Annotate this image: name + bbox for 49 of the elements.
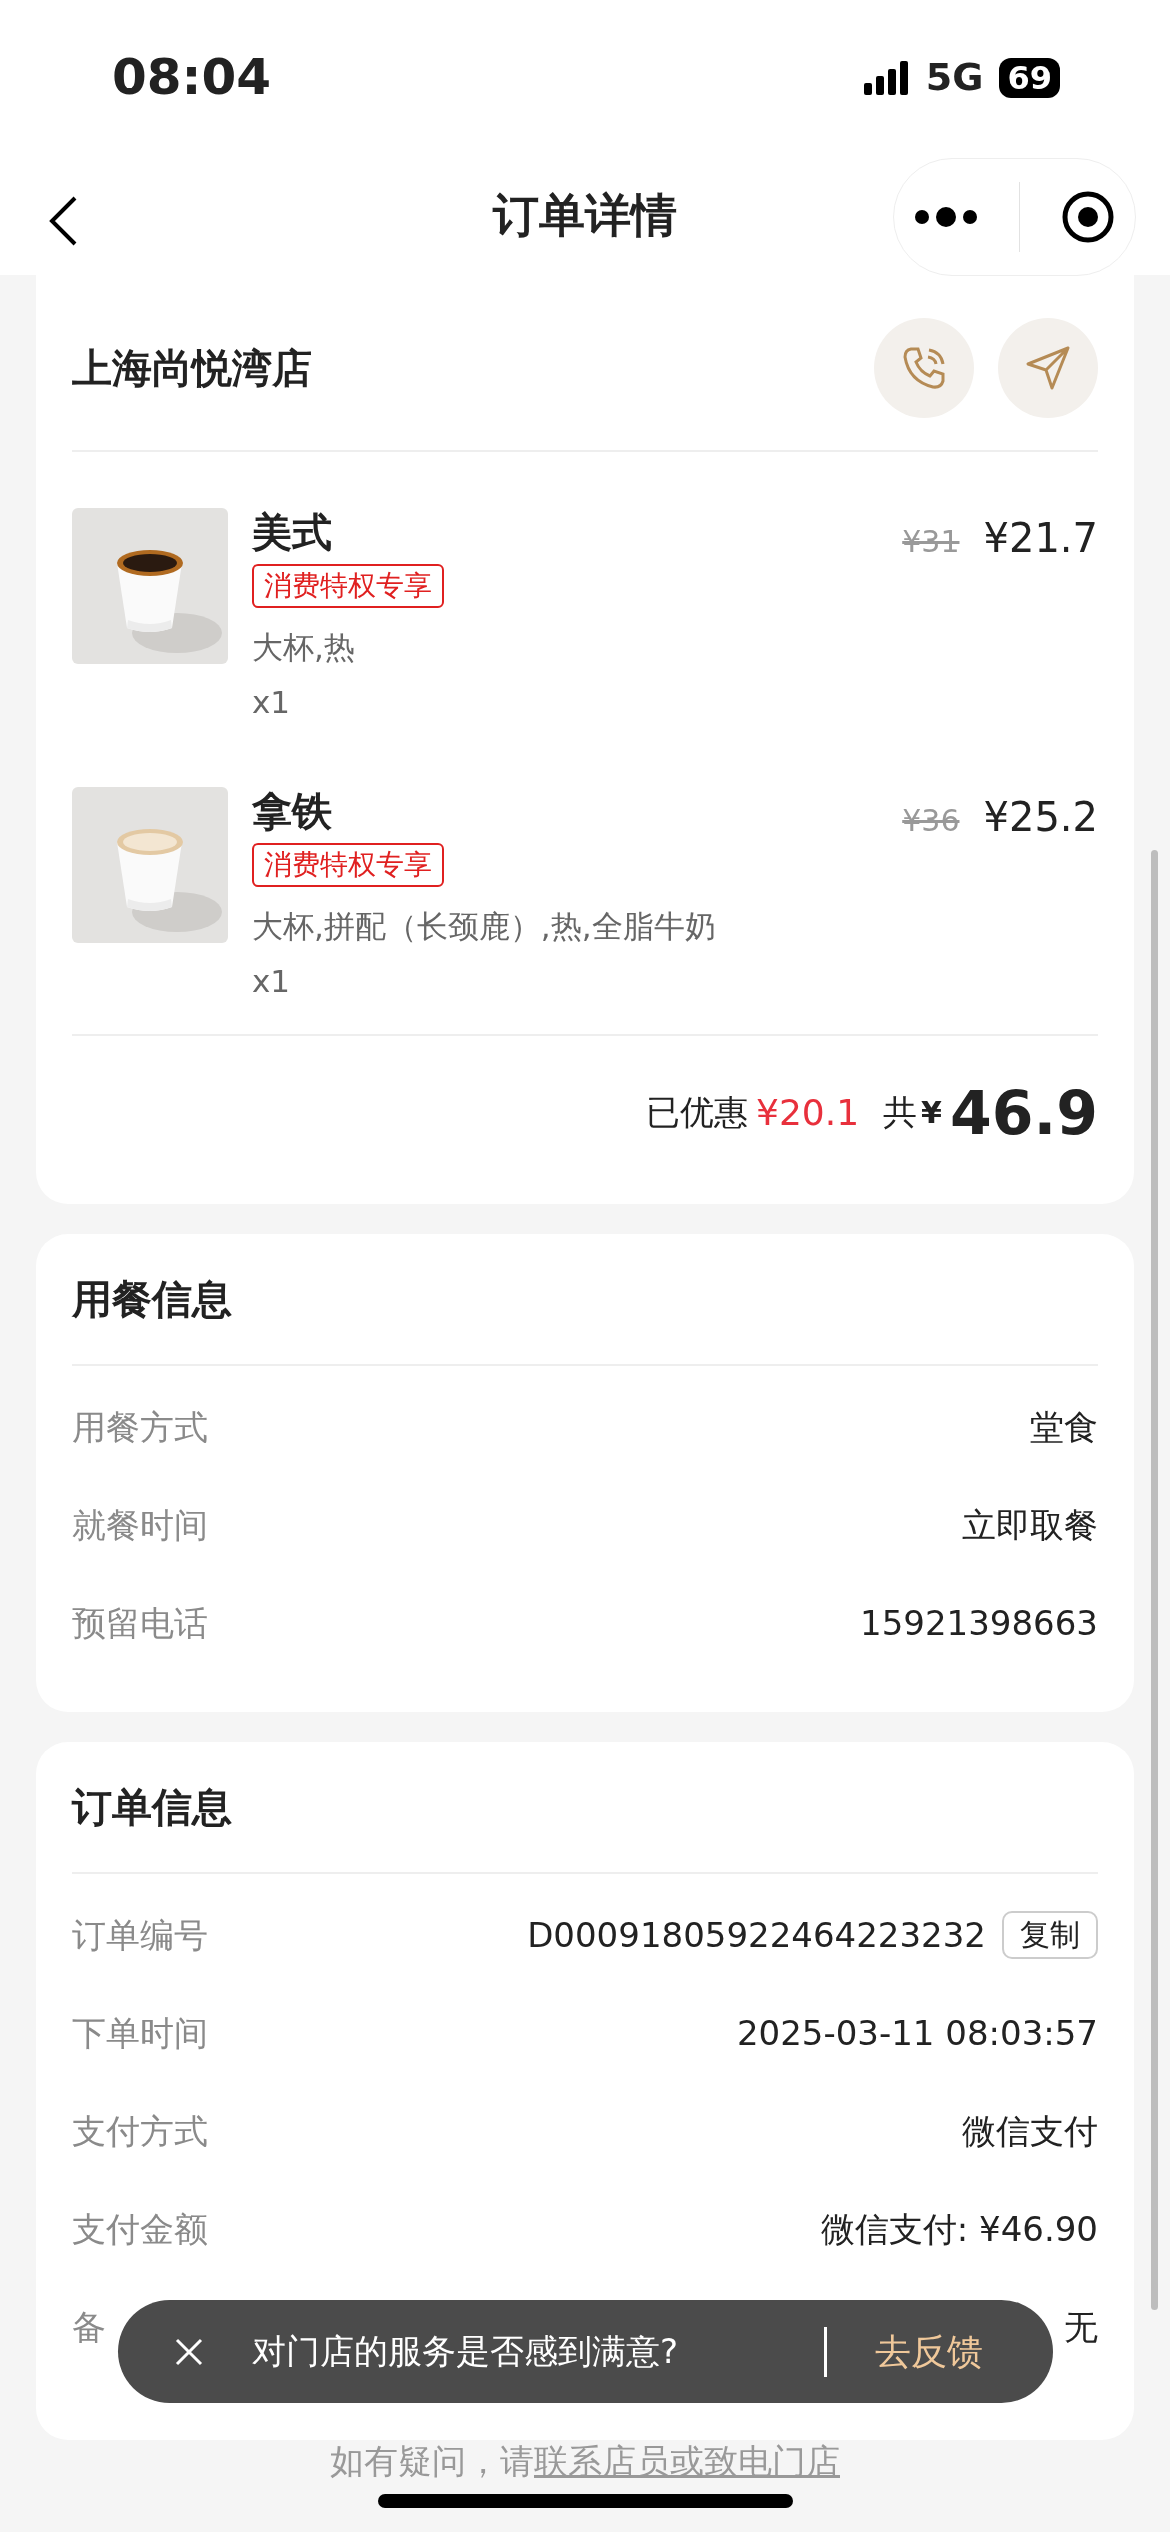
field-label: 就餐时间 (72, 1503, 208, 1547)
close-target-icon[interactable] (1060, 190, 1115, 244)
help-text: 如有疑问，请联系店员或致电门店 (330, 2441, 840, 2481)
product-options: 大杯,热 (252, 624, 355, 671)
signal-icon (863, 60, 910, 95)
field-label: 预留电话 (72, 1601, 208, 1645)
page-title: 订单详情 (493, 186, 677, 244)
field-value: 堂食 (1030, 1405, 1098, 1449)
total-label: 共 (883, 1091, 918, 1134)
original-price: ¥36 (902, 802, 960, 840)
field-label: 支付金额 (72, 2207, 208, 2251)
field-value: 无 (1064, 2305, 1098, 2349)
back-icon[interactable] (48, 195, 78, 247)
field-label: 用餐方式 (72, 1405, 208, 1449)
field-label: 订单编号 (72, 1913, 208, 1957)
price: ¥25.2 (983, 793, 1098, 842)
field-label: 备 (72, 2305, 106, 2349)
store-name: 上海尚悦湾店 (72, 343, 312, 393)
product-name: 拿铁 (252, 787, 332, 835)
total-amount: 46.9 (949, 1076, 1098, 1150)
network-label: 5G (925, 54, 984, 101)
quantity: x1 (252, 961, 291, 1001)
copy-button[interactable]: 复制 (1002, 1911, 1098, 1959)
field-value: 微信支付: ¥46.90 (820, 2207, 1098, 2251)
price: ¥21.7 (983, 514, 1098, 563)
discount-amount: ¥20.1 (756, 1090, 860, 1135)
field-value: 15921398663 (860, 1601, 1098, 1645)
field-label: 下单时间 (72, 2011, 208, 2055)
promo-tag: 消费特权专享 (252, 564, 444, 608)
promo-tag: 消费特权专享 (252, 843, 444, 887)
clock-time: 08:04 (112, 47, 272, 108)
more-icon[interactable] (914, 207, 979, 227)
field-value: 微信支付 (962, 2109, 1098, 2153)
quantity: x1 (252, 682, 291, 722)
close-icon[interactable] (174, 2336, 204, 2367)
field-label: 支付方式 (72, 2109, 208, 2153)
field-value: D00091805922464223232 (527, 1913, 986, 1957)
discount-label: 已优惠 (646, 1091, 748, 1134)
product-options: 大杯,拼配（长颈鹿）,热,全脂牛奶 (252, 903, 716, 950)
toast-message: 对门店的服务是否感到满意? (252, 2330, 680, 2373)
currency-symbol: ¥ (921, 1094, 942, 1132)
battery-level: 69 (999, 57, 1060, 98)
field-value: 2025-03-11 08:03:57 (736, 2011, 1098, 2055)
section-title: 订单信息 (72, 1783, 232, 1832)
section-title: 用餐信息 (72, 1275, 232, 1324)
original-price: ¥31 (902, 523, 960, 561)
product-name: 美式 (252, 508, 332, 556)
feedback-button[interactable]: 去反馈 (875, 2324, 983, 2379)
field-value: 立即取餐 (962, 1503, 1098, 1547)
